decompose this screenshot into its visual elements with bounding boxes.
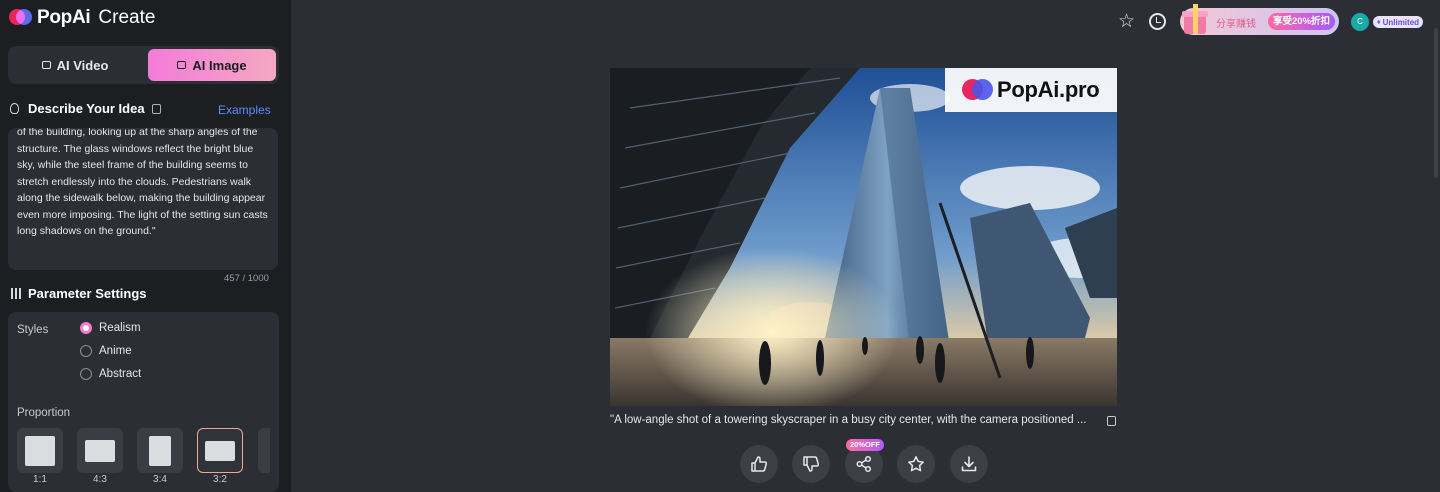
ratio-3-2-button[interactable] <box>197 428 243 473</box>
style-label: Abstract <box>99 368 142 380</box>
ratio-label: 1:1 <box>33 474 47 485</box>
sidebar: PopAi Create AI Video AI Image Describe … <box>0 0 291 492</box>
ai-image-label: AI Image <box>192 57 247 73</box>
favorite-button[interactable] <box>897 445 935 483</box>
brand[interactable]: PopAi Create <box>9 7 155 29</box>
landscape-ratio-icon <box>205 440 235 461</box>
style-option-anime[interactable]: Anime <box>80 345 132 357</box>
plan-badge[interactable]: ♦ Unlimited <box>1373 16 1424 28</box>
dislike-button[interactable] <box>792 445 830 483</box>
popai-logo-icon <box>962 79 994 101</box>
ratio-label: 4:3 <box>93 474 107 485</box>
style-option-abstract[interactable]: Abstract <box>80 368 141 380</box>
scrollbar[interactable] <box>1434 28 1438 178</box>
styles-label: Styles <box>17 324 49 336</box>
square-ratio-icon <box>25 435 55 466</box>
popai-watermark: PopAi.pro <box>945 68 1117 112</box>
ratio-label: 3:2 <box>213 474 227 485</box>
lightbulb-icon <box>10 103 19 114</box>
star-icon <box>908 456 924 472</box>
promo-badge: 享受20%折扣 <box>1268 13 1336 30</box>
proportion-label: Proportion <box>17 407 71 419</box>
sliders-icon <box>10 288 22 299</box>
describe-title: Describe Your Idea <box>28 101 145 116</box>
ratio-3-4-button[interactable] <box>137 428 183 473</box>
style-label: Realism <box>99 322 141 334</box>
download-button[interactable] <box>950 445 988 483</box>
ai-video-tab[interactable]: AI Video <box>11 49 139 81</box>
ratio-more-button[interactable] <box>258 428 270 473</box>
mode-switch: AI Video AI Image <box>8 46 279 84</box>
radio-icon <box>80 345 92 357</box>
params-title: Parameter Settings <box>28 286 147 301</box>
ratio-4-3-button[interactable] <box>77 428 123 473</box>
watermark-text: PopAi.pro <box>997 77 1100 102</box>
ratio-label: 3:4 <box>153 474 167 485</box>
skyscraper-photo <box>610 68 1117 406</box>
radio-selected-icon <box>80 322 92 334</box>
settings-card: Styles Realism Anime Abstract Proportion… <box>8 312 279 492</box>
promo-banner[interactable]: 分享赚钱 享受20%折扣 <box>1180 4 1339 35</box>
landscape-ratio-icon <box>85 439 115 462</box>
favorites-star-icon[interactable]: ☆ <box>1118 12 1135 32</box>
style-option-realism[interactable]: Realism <box>80 322 141 334</box>
char-count: 457 / 1000 <box>224 273 269 284</box>
diamond-icon: ♦ <box>1377 18 1381 26</box>
brand-name: PopAi <box>37 7 91 28</box>
describe-header: Describe Your Idea <box>10 101 161 116</box>
prompt-text: of the building, looking up at the sharp… <box>17 128 268 237</box>
portrait-ratio-icon <box>149 435 171 466</box>
thumbs-down-icon <box>803 456 820 472</box>
video-icon <box>41 61 51 69</box>
params-header: Parameter Settings <box>10 286 147 301</box>
copy-icon[interactable] <box>1107 416 1116 426</box>
discount-badge: 20%OFF <box>846 439 885 451</box>
generated-image[interactable] <box>610 68 1117 406</box>
ai-image-tab[interactable]: AI Image <box>148 49 276 81</box>
like-button[interactable] <box>740 445 778 483</box>
section-title: Create <box>98 7 156 28</box>
gift-icon <box>1180 2 1210 36</box>
promo-text: 分享赚钱 <box>1216 19 1256 30</box>
ratio-1-1-button[interactable] <box>17 428 63 473</box>
download-icon <box>961 456 977 472</box>
share-icon <box>856 455 872 473</box>
image-icon <box>177 61 187 69</box>
examples-link[interactable]: Examples <box>218 103 271 117</box>
style-label: Anime <box>99 345 132 357</box>
history-icon[interactable] <box>1149 13 1166 30</box>
prompt-textarea[interactable]: of the building, looking up at the sharp… <box>8 128 278 270</box>
user-avatar[interactable]: C <box>1351 13 1369 31</box>
thumbs-up-icon <box>751 456 768 472</box>
image-caption: "A low-angle shot of a towering skyscrap… <box>610 414 1087 426</box>
copy-icon[interactable] <box>151 103 161 114</box>
radio-icon <box>80 368 92 380</box>
popai-logo-icon <box>9 8 33 28</box>
ai-video-label: AI Video <box>56 57 109 73</box>
plan-badge-label: Unlimited <box>1382 17 1420 27</box>
